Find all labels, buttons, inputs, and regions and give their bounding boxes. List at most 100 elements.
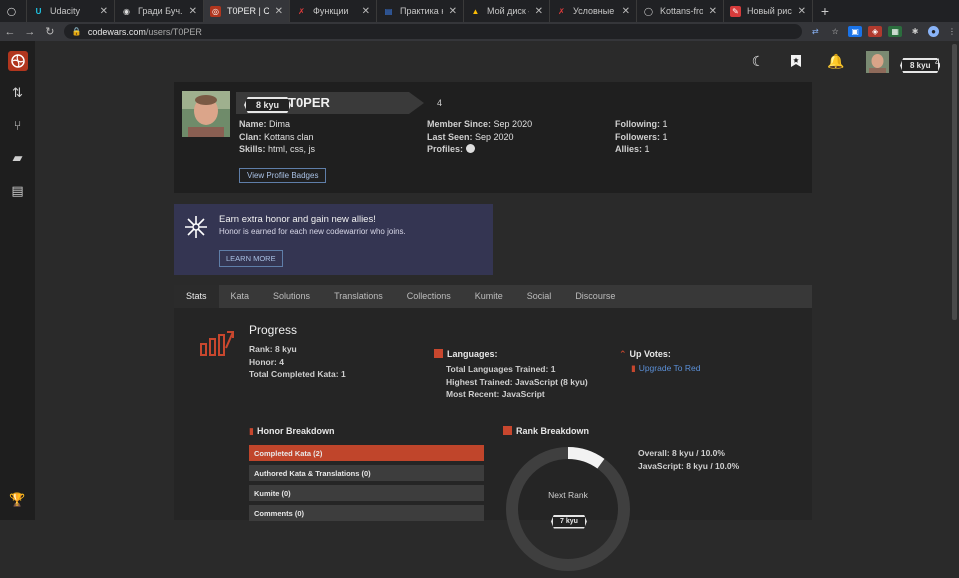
udacity-icon: U [35, 6, 42, 16]
scrollbar-thumb[interactable] [952, 44, 957, 320]
profile-avatar [182, 91, 230, 137]
practice-icon[interactable]: ⇅ [9, 84, 26, 101]
browser-tab[interactable]: ✎ Новый рисун ✕ [724, 0, 813, 22]
most-recent-value: JavaScript [501, 389, 545, 399]
name-label: Name: [239, 119, 267, 129]
browser-tab[interactable]: ✗ Условные опе ✕ [550, 0, 637, 22]
honor-value: 4 [279, 356, 284, 367]
dark-mode-icon[interactable]: ☾ [750, 53, 766, 69]
extension-icon[interactable]: ▣ [848, 26, 863, 37]
close-icon[interactable]: ✕ [275, 6, 283, 17]
browser-tab-title: Udacity [50, 6, 81, 16]
chat-icon[interactable]: ▰ [9, 149, 26, 166]
clan-label: Clan: [239, 131, 262, 142]
docs-icon[interactable]: ▤ [9, 182, 26, 199]
browser-tab[interactable]: ◯ Kottans-fronte ✕ [637, 0, 724, 22]
clan-value: Kottans clan [264, 131, 314, 142]
progress-title: Progress [249, 323, 298, 337]
completed-value: 1 [340, 369, 346, 379]
next-rank-badge: 7 kyu [551, 510, 587, 529]
tab-kumite[interactable]: Kumite [463, 285, 515, 308]
upgrade-link-wrap: ▮ Upgrade To Red [631, 363, 700, 374]
browser-tab-title: Условные опе [573, 6, 616, 16]
close-icon[interactable]: ✕ [535, 6, 543, 17]
honor-breakdown-row[interactable]: Kumite (0) [249, 485, 484, 501]
reload-icon[interactable]: ↻ [40, 25, 60, 38]
codewars-logo-icon[interactable] [8, 51, 28, 71]
progress-chart-icon [199, 326, 237, 358]
profile-rank-badge: 8 kyu [244, 95, 292, 113]
browser-tab[interactable]: ◎ T0PER | Codew ✕ [204, 0, 290, 22]
browser-tab-title: Новый рисун [747, 6, 792, 16]
extension-icon[interactable]: ▦ [888, 26, 903, 37]
browser-tab-title: Kottans-fronte [660, 6, 703, 16]
upgrade-to-red-link[interactable]: Upgrade To Red [639, 363, 701, 373]
translate-icon[interactable]: ⇄ [808, 26, 822, 37]
browser-tab[interactable]: U Udacity ✕ [27, 0, 115, 22]
fork-icon[interactable]: ⑂ [9, 117, 26, 134]
learn-more-button[interactable]: LEARN MORE [219, 250, 283, 267]
stats-content: Progress Rank: 8 kyu Honor: 4 Total Comp… [174, 308, 812, 571]
languages-info: Total Languages Trained: 1 Highest Train… [446, 363, 588, 401]
allies-label: Allies: [615, 144, 643, 154]
menu-icon[interactable]: ⋮ [945, 26, 959, 37]
languages-heading: Languages: [434, 349, 498, 359]
browser-tab-title: T0PER | Codew [227, 6, 269, 16]
github-icon[interactable] [465, 144, 475, 153]
close-icon[interactable]: ✕ [100, 6, 108, 17]
profile-info-col1: Name: Dima Clan: Kottans clan Skills: ht… [239, 118, 315, 156]
completed-label: Total Completed Kata: [249, 369, 339, 379]
learn-more-wrap: LEARN MORE [219, 248, 283, 267]
tab-stats[interactable]: Stats [174, 285, 219, 308]
browser-tab[interactable]: ▤ Практика на . ✕ [377, 0, 464, 22]
upvotes-heading: ⌃ Up Votes: [619, 349, 671, 360]
back-icon[interactable]: ← [0, 26, 20, 38]
bookmark-icon[interactable] [788, 53, 804, 69]
github-icon: ◯ [644, 6, 653, 16]
browser-tab[interactable]: ◉ Гради Буч. Об ✕ [115, 0, 204, 22]
close-icon[interactable]: ✕ [798, 6, 806, 17]
forward-icon[interactable]: → [20, 26, 40, 38]
close-icon[interactable]: ✕ [449, 6, 457, 17]
languages-trained-value: 1 [550, 364, 556, 374]
honor-breakdown-row[interactable]: Completed Kata (2) [249, 445, 484, 461]
close-icon[interactable]: ✕ [189, 6, 197, 17]
tab-translations[interactable]: Translations [322, 285, 395, 308]
browser-tab[interactable]: ◯ [0, 0, 27, 22]
close-icon[interactable]: ✕ [362, 6, 370, 17]
tab-social[interactable]: Social [515, 285, 564, 308]
rank-breakdown-title: Rank Breakdown [516, 426, 590, 436]
last-seen-label: Last Seen: [427, 131, 473, 142]
following-label: Following: [615, 119, 660, 129]
avatar[interactable]: ● [928, 26, 940, 37]
tab-discourse[interactable]: Discourse [563, 285, 627, 308]
upvotes-title: Up Votes: [629, 349, 671, 359]
view-profile-badges-button[interactable]: View Profile Badges [239, 168, 327, 183]
trophy-icon[interactable]: 🏆 [9, 491, 26, 508]
languages-title: Languages: [447, 349, 498, 359]
overall-label: Overall: [638, 448, 670, 458]
close-icon[interactable]: ✕ [709, 6, 717, 17]
sparkle-icon [183, 214, 209, 240]
avatar[interactable] [866, 51, 889, 73]
honor-banner: Earn extra honor and gain new allies! Ho… [174, 204, 493, 275]
close-icon[interactable]: ✕ [622, 6, 630, 17]
puzzle-icon[interactable]: ✱ [908, 26, 922, 37]
honor-breakdown-row[interactable]: Comments (0) [249, 505, 484, 521]
tab-solutions[interactable]: Solutions [261, 285, 322, 308]
star-icon[interactable]: ☆ [828, 26, 842, 37]
browser-tab-title: Практика на . [400, 6, 443, 16]
tab-kata[interactable]: Kata [219, 285, 262, 308]
extension-icon[interactable]: ◈ [868, 26, 883, 37]
url-field[interactable]: 🔒 codewars.com/users/T0PER [63, 24, 803, 39]
browser-tab[interactable]: ✗ Функции ✕ [290, 0, 377, 22]
upvote-arrow-icon: ⌃ [619, 349, 627, 359]
browser-tab[interactable]: ▲ Мой диск – Go ✕ [464, 0, 550, 22]
rank-square-icon [503, 426, 512, 435]
tab-collections[interactable]: Collections [395, 285, 463, 308]
new-tab-button[interactable]: + [813, 0, 837, 22]
browser-tab-title: Мой диск – Go [487, 6, 529, 16]
ribbon-icon: ▮ [631, 363, 636, 373]
bell-icon[interactable]: 🔔 [827, 53, 844, 69]
honor-breakdown-row[interactable]: Authored Kata & Translations (0) [249, 465, 484, 481]
